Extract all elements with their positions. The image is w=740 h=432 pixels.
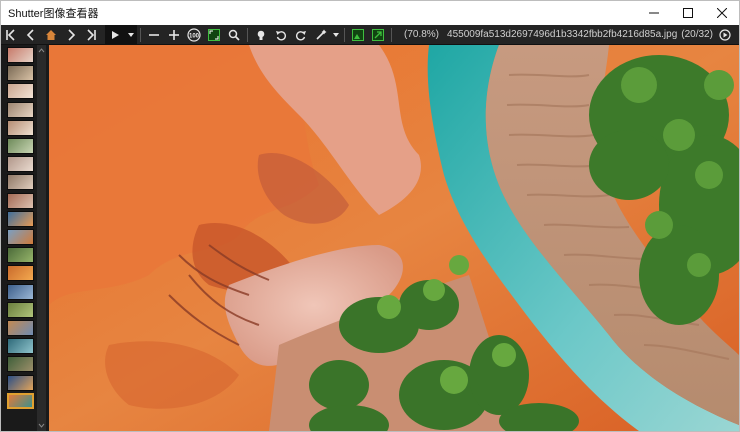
thumbnail[interactable] [7, 320, 34, 336]
plus-icon [169, 29, 179, 40]
thumbnail[interactable] [7, 338, 34, 355]
rotate-right-icon [295, 30, 306, 41]
search-button[interactable] [224, 25, 244, 45]
toolbar: 100 (70.8%) 455009fa513d2697496d1b3342fb… [1, 24, 739, 45]
file-name: 455009fa513d2697496d1b3342fbb2fb4216d85a… [447, 29, 678, 40]
arrow-down-icon[interactable] [38, 422, 45, 429]
light-bulb-icon [257, 30, 265, 40]
thumbnail[interactable] [7, 301, 34, 318]
close-button[interactable] [705, 1, 739, 25]
arrow-up-icon[interactable] [38, 47, 45, 54]
edit-tools-button[interactable] [311, 25, 331, 45]
thumbnail-scrollbar[interactable] [37, 45, 46, 431]
rotate-left-icon [276, 30, 287, 41]
rotate-right-button[interactable] [291, 25, 311, 45]
play-slideshow-button[interactable] [105, 25, 125, 45]
fit-window-button[interactable] [204, 25, 224, 45]
last-image-button[interactable] [81, 25, 101, 45]
light-bulb-button[interactable] [251, 25, 271, 45]
minimize-button[interactable] [637, 1, 671, 25]
title-bar: Shutter图像查看器 [1, 1, 739, 25]
rotate-left-button[interactable] [271, 25, 291, 45]
thumbnail[interactable] [7, 119, 34, 136]
thumbnail[interactable] [7, 138, 34, 154]
slideshow-options-button[interactable] [125, 25, 137, 45]
thumbnail[interactable] [7, 192, 34, 209]
actual-size-icon: 100 [187, 27, 201, 42]
chevron-left-icon [26, 28, 34, 41]
toolbar-divider [140, 27, 141, 42]
thumbnail[interactable] [7, 356, 34, 373]
image-viewer[interactable] [49, 45, 739, 431]
external-edit-button[interactable] [368, 25, 388, 45]
thumbnail[interactable] [7, 174, 34, 191]
home-button[interactable] [41, 25, 61, 45]
thumbnail-active[interactable] [7, 392, 34, 409]
caret-down-icon [333, 32, 339, 37]
thumbnail[interactable] [7, 83, 34, 100]
thumbnail[interactable] [7, 283, 34, 300]
maximize-button[interactable] [671, 1, 705, 25]
fit-window-icon [208, 28, 220, 41]
thumbnail[interactable] [7, 229, 34, 245]
external-link-icon [372, 28, 384, 41]
thumbnail[interactable] [7, 374, 34, 391]
zoom-in-button[interactable] [164, 25, 184, 45]
open-editor-button[interactable] [348, 25, 368, 45]
previous-image-button[interactable] [21, 25, 41, 45]
thumbnail[interactable] [7, 265, 34, 282]
thumbnail[interactable] [7, 101, 34, 118]
play-icon [112, 30, 119, 39]
thumbnail[interactable] [7, 47, 34, 63]
actual-size-button[interactable]: 100 [184, 25, 204, 45]
toolbar-divider [344, 27, 345, 42]
slideshow-group [105, 24, 137, 45]
toolbar-divider [391, 27, 392, 42]
next-image-button[interactable] [61, 25, 81, 45]
skip-first-icon [6, 28, 15, 41]
next-play-button[interactable] [715, 25, 735, 45]
maximize-icon [683, 8, 693, 18]
close-icon [717, 8, 727, 18]
thumbnail[interactable] [7, 247, 34, 264]
thumbnail[interactable] [7, 65, 34, 82]
caret-down-icon [128, 32, 134, 37]
minus-icon [149, 33, 159, 36]
play-circle-icon [719, 28, 731, 41]
thumbnail[interactable] [7, 156, 34, 173]
image-position: (20/32) [681, 29, 713, 40]
zoom-out-button[interactable] [144, 25, 164, 45]
first-image-button[interactable] [1, 25, 21, 45]
edit-tools-dropdown-button[interactable] [331, 25, 341, 45]
home-icon [46, 29, 56, 40]
chevron-right-icon [68, 28, 76, 41]
toolbar-divider [247, 27, 248, 42]
skip-last-icon [87, 28, 96, 41]
magic-wand-icon [316, 29, 327, 40]
app-window: Shutter图像查看器 100 (70.8%) 455009fa513d269… [0, 0, 740, 432]
minimize-icon [649, 12, 659, 14]
window-controls [637, 1, 739, 25]
window-title: Shutter图像查看器 [8, 8, 99, 20]
zoom-level: (70.8%) [404, 29, 440, 40]
thumbnail[interactable] [7, 210, 34, 227]
svg-text:100: 100 [189, 33, 200, 39]
aerial-landscape-photo [49, 45, 739, 431]
picture-edit-icon [352, 28, 364, 41]
thumbnail-strip [1, 45, 49, 431]
search-icon [228, 29, 240, 41]
